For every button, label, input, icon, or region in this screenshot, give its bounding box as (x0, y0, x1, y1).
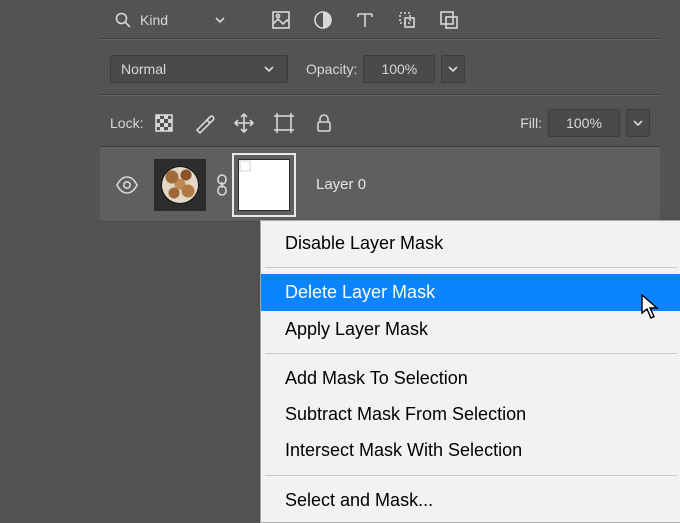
filter-type-icons (270, 9, 460, 31)
opacity-flyout-button[interactable] (441, 55, 465, 83)
lock-fill-row: Lock: (110, 105, 650, 141)
mask-link-icon[interactable] (210, 174, 234, 196)
layer-thumbnail[interactable] (154, 159, 206, 211)
ctx-disable-layer-mask[interactable]: Disable Layer Mask (261, 225, 680, 261)
divider (100, 94, 660, 95)
lock-label: Lock: (110, 115, 143, 131)
menu-separator (265, 475, 677, 476)
menu-separator (265, 267, 677, 268)
opacity-label: Opacity: (306, 61, 357, 77)
fill-group: Fill: 100% (520, 109, 650, 137)
lock-artboard-icon[interactable] (273, 112, 295, 134)
kind-label: Kind (140, 12, 168, 28)
adjustment-layers-filter-icon[interactable] (312, 9, 334, 31)
ctx-delete-layer-mask[interactable]: Delete Layer Mask (261, 274, 680, 310)
shape-layers-filter-icon[interactable] (396, 9, 418, 31)
lock-image-brush-icon[interactable] (193, 112, 215, 134)
lock-all-icon[interactable] (313, 112, 335, 134)
type-layers-filter-icon[interactable] (354, 9, 376, 31)
opacity-group: Opacity: 100% (306, 55, 465, 83)
layer-row[interactable]: Layer 0 (100, 148, 660, 222)
blend-opacity-row: Normal Opacity: 100% (110, 50, 650, 88)
lock-transparency-icon[interactable] (153, 112, 175, 134)
fill-label: Fill: (520, 115, 542, 131)
menu-separator (265, 353, 677, 354)
chevron-down-icon (259, 63, 279, 75)
search-icon (114, 11, 132, 29)
ctx-select-and-mask[interactable]: Select and Mask... (261, 482, 680, 518)
filter-row: Kind (110, 0, 630, 40)
lock-position-move-icon[interactable] (233, 112, 255, 134)
smart-object-filter-icon[interactable] (438, 9, 460, 31)
pixel-layers-filter-icon[interactable] (270, 9, 292, 31)
blend-mode-value: Normal (121, 61, 166, 77)
layer-visibility-eye-icon[interactable] (114, 172, 140, 198)
layer-mask-thumbnail[interactable] (238, 159, 290, 211)
layer-name-label[interactable]: Layer 0 (316, 176, 366, 193)
chevron-down-icon (214, 14, 226, 26)
divider (100, 38, 660, 39)
fill-value: 100% (566, 115, 602, 131)
ctx-apply-layer-mask[interactable]: Apply Layer Mask (261, 311, 680, 347)
ctx-add-mask-to-selection[interactable]: Add Mask To Selection (261, 360, 680, 396)
ctx-subtract-mask-from-selection[interactable]: Subtract Mask From Selection (261, 396, 680, 432)
opacity-value: 100% (381, 61, 417, 77)
fill-value-input[interactable]: 100% (548, 109, 620, 137)
kind-filter-dropdown[interactable]: Kind (110, 9, 230, 31)
blend-mode-dropdown[interactable]: Normal (110, 55, 288, 83)
layer-mask-context-menu: Disable Layer Mask Delete Layer Mask App… (260, 220, 680, 523)
divider (100, 146, 660, 147)
ctx-intersect-mask-with-selection[interactable]: Intersect Mask With Selection (261, 432, 680, 468)
fill-flyout-button[interactable] (626, 109, 650, 137)
opacity-value-input[interactable]: 100% (363, 55, 435, 83)
